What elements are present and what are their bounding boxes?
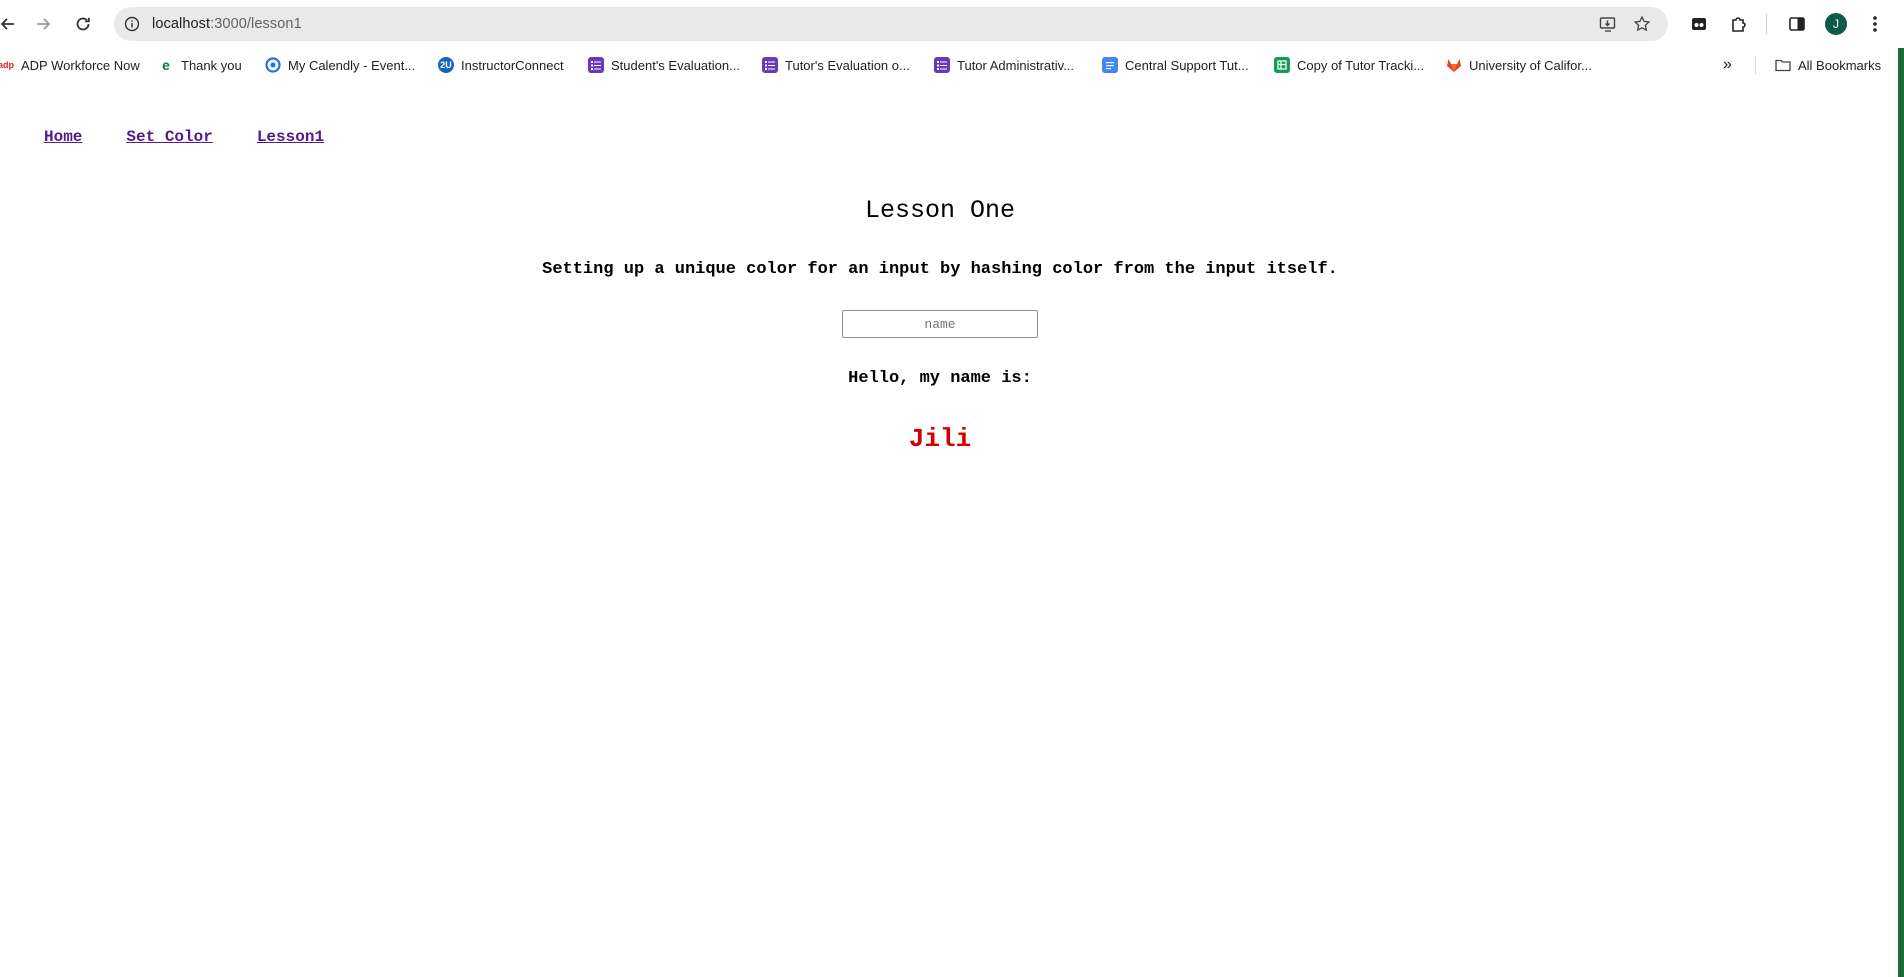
back-arrow-icon[interactable] (0, 10, 22, 38)
bookmarks-overflow-chevron-icon[interactable]: » (1723, 55, 1732, 75)
toolbar-separator (1766, 14, 1767, 34)
bookmark-central-support[interactable]: Central Support Tut... (1102, 55, 1249, 75)
forms-icon (588, 57, 604, 73)
name-output: Jili (908, 424, 972, 454)
name-input-wrap (0, 310, 1880, 338)
url-path: :3000/lesson1 (210, 16, 302, 32)
bookmark-copy-tutor-tracking[interactable]: Copy of Tutor Tracki... (1274, 55, 1424, 75)
install-app-icon[interactable] (1598, 14, 1618, 34)
bookmarks-bar: adp ADP Workforce Now e Thank you My Cal… (0, 52, 1904, 78)
bookmark-label: Student's Evaluation... (611, 57, 740, 73)
page-title: Lesson One (864, 196, 1016, 225)
bookmark-label: University of Califor... (1469, 57, 1592, 73)
sheets-icon (1274, 57, 1290, 73)
site-info-icon[interactable] (122, 14, 142, 34)
calendly-icon (265, 57, 281, 73)
bookmark-instructorconnect[interactable]: 2U InstructorConnect (438, 55, 564, 75)
bookmark-calendly[interactable]: My Calendly - Event... (265, 55, 415, 75)
adp-icon: adp (0, 57, 14, 73)
name-input[interactable] (842, 310, 1038, 338)
extensions-icon[interactable] (1726, 11, 1752, 37)
forms-icon (934, 57, 950, 73)
folder-icon (1775, 57, 1791, 73)
bookmark-tutor-evaluation[interactable]: Tutor's Evaluation o... (762, 55, 910, 75)
menu-kebab-icon[interactable] (1862, 11, 1888, 37)
address-bar[interactable]: localhost:3000/lesson1 (114, 7, 1668, 41)
bookmark-label: Central Support Tut... (1125, 57, 1249, 73)
nav-link-lesson1[interactable]: Lesson1 (257, 128, 324, 146)
forward-arrow-icon[interactable] (29, 10, 57, 38)
bookmark-tutor-administrative[interactable]: Tutor Administrativ... (934, 55, 1074, 75)
site-nav: Home Set Color Lesson1 (44, 128, 324, 146)
bookmark-thank-you[interactable]: e Thank you (158, 55, 242, 75)
page-subtitle: Setting up a unique color for an input b… (542, 260, 1338, 279)
nav-link-set-color[interactable]: Set Color (126, 128, 212, 146)
browser-chrome: localhost:3000/lesson1 J adp ADP Workfor… (0, 0, 1904, 82)
reload-icon[interactable] (69, 10, 97, 38)
e-icon: e (158, 57, 174, 73)
page-content: Home Set Color Lesson1 Lesson One Settin… (0, 82, 1904, 977)
nav-link-home[interactable]: Home (44, 128, 82, 146)
bookmark-label: ADP Workforce Now (21, 57, 140, 73)
bookmarks-separator (1755, 56, 1756, 74)
bookmark-label: InstructorConnect (461, 57, 564, 73)
url-text: localhost:3000/lesson1 (152, 16, 302, 32)
bookmark-label: Copy of Tutor Tracki... (1297, 57, 1425, 73)
bookmark-label: My Calendly - Event... (288, 57, 416, 73)
hello-label: Hello, my name is: (848, 369, 1032, 388)
bookmark-adp[interactable]: adp ADP Workforce Now (0, 55, 140, 75)
bookmark-student-evaluation[interactable]: Student's Evaluation... (588, 55, 740, 75)
side-panel-icon[interactable] (1784, 11, 1810, 37)
bookmark-label: Tutor's Evaluation o... (785, 57, 910, 73)
tab-search-icon[interactable] (1686, 11, 1712, 37)
bookmark-label: Tutor Administrativ... (957, 57, 1075, 73)
2u-icon: 2U (438, 57, 454, 73)
bookmark-university[interactable]: University of Califor... (1446, 55, 1592, 75)
gitlab-icon (1446, 57, 1462, 73)
forms-icon (762, 57, 778, 73)
bookmark-label: Thank you (181, 57, 242, 73)
browser-toolbar: localhost:3000/lesson1 J (0, 0, 1904, 48)
all-bookmarks-button[interactable]: All Bookmarks (1775, 55, 1881, 75)
docs-icon (1102, 57, 1118, 73)
all-bookmarks-label: All Bookmarks (1798, 57, 1882, 73)
bookmark-star-icon[interactable] (1632, 14, 1652, 34)
url-host: localhost (152, 16, 211, 32)
profile-avatar[interactable]: J (1825, 13, 1847, 35)
